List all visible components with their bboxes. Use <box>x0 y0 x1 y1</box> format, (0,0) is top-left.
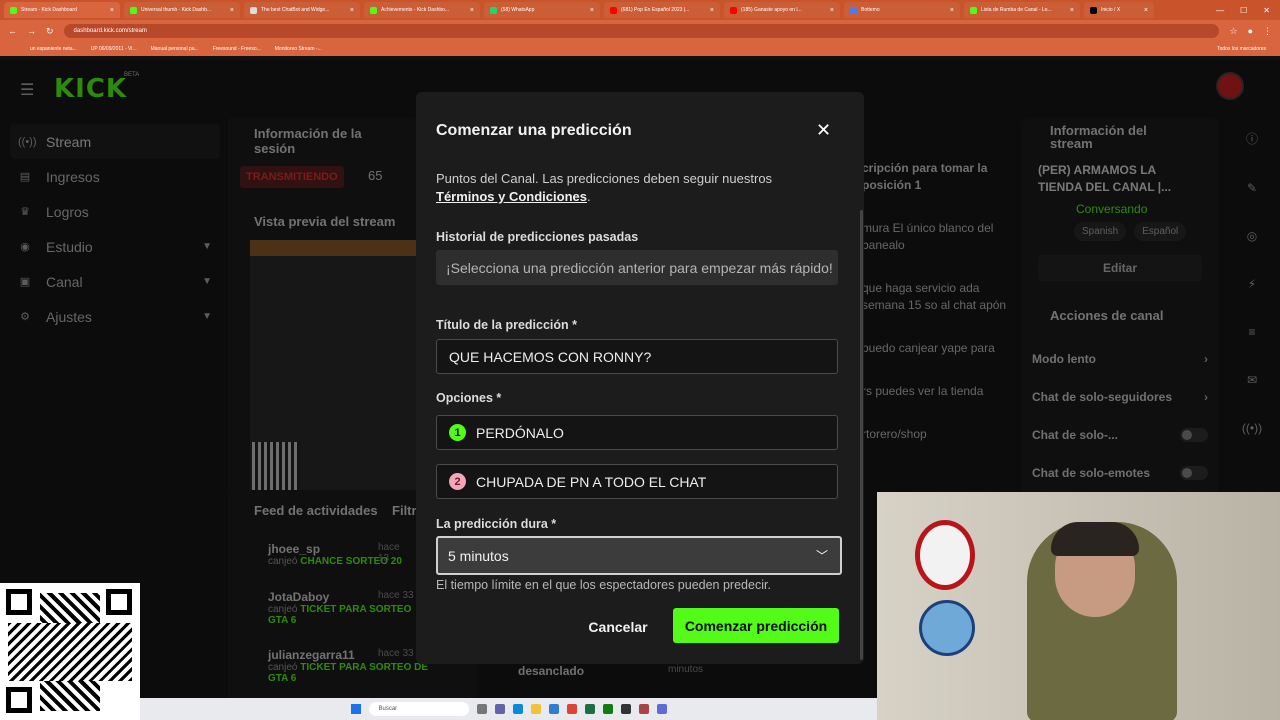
window-controls: — ☐ ✕ <box>1216 6 1280 15</box>
title-label: Título de la predicción * <box>436 318 577 332</box>
reload-icon[interactable]: ↻ <box>46 26 54 37</box>
close-window-icon[interactable]: ✕ <box>1263 6 1270 15</box>
option-number: 2 <box>449 473 466 490</box>
close-tab-icon[interactable]: × <box>950 7 954 14</box>
browser-tab[interactable]: The best ChatBot and Widge... × <box>244 2 360 18</box>
browser-tab[interactable]: (681) Pop En Español 2023 |... × <box>604 2 720 18</box>
duration-label: La predicción dura * <box>436 517 557 531</box>
history-select[interactable]: ¡Selecciona una predicción anterior para… <box>436 250 838 285</box>
youtube-icon <box>610 6 617 14</box>
close-tab-icon[interactable]: × <box>830 7 834 14</box>
qr-finder <box>6 589 32 615</box>
excel-icon[interactable] <box>584 704 595 714</box>
minimize-icon[interactable]: — <box>1216 6 1224 15</box>
start-prediction-button[interactable]: Comenzar predicción <box>673 608 839 643</box>
options-label: Opciones * <box>436 391 502 405</box>
streamer-hair <box>1051 522 1139 556</box>
qr-finder <box>106 589 132 615</box>
maximize-icon[interactable]: ☐ <box>1240 6 1247 15</box>
history-label: Historial de predicciones pasadas <box>436 230 639 244</box>
all-bookmarks[interactable]: Todos los marcadores <box>1217 46 1280 52</box>
youtube-icon <box>730 6 737 14</box>
browser-tab[interactable]: (185) Ganaste apoyo en l... × <box>724 2 840 18</box>
xbox-icon[interactable] <box>602 704 613 714</box>
option-1-input[interactable]: 1 PERDÓNALO <box>436 415 838 450</box>
bookmark-item[interactable]: Manual personal pa... <box>151 46 199 52</box>
explorer-icon[interactable] <box>530 704 541 714</box>
bookmarks-bar: un espaniente neta... UP 06/09/2011 - Vi… <box>0 42 1280 56</box>
taskview-icon[interactable] <box>476 704 487 714</box>
close-tab-icon[interactable]: × <box>230 7 234 14</box>
browser-tab-bar: Stream - Kick Dashboard × Universal thumb… <box>0 0 1280 20</box>
back-icon[interactable]: ← <box>8 26 17 36</box>
app-icon[interactable] <box>638 704 649 714</box>
duration-select[interactable]: 5 minutos ﹀ <box>436 536 842 575</box>
close-icon[interactable]: ✕ <box>816 120 831 141</box>
option-2-input[interactable]: 2 CHUPADA DE PN A TODO EL CHAT <box>436 464 838 499</box>
prediction-title-input[interactable]: QUE HACEMOS CON RONNY? <box>436 339 838 374</box>
forward-icon[interactable]: → <box>27 26 36 36</box>
chevron-down-icon: ﹀ <box>815 549 828 563</box>
modal-scrollbar[interactable] <box>860 210 863 660</box>
close-tab-icon[interactable]: × <box>1144 7 1148 14</box>
taskbar: Buscar <box>140 698 877 720</box>
duration-help: El tiempo límite en el que los espectado… <box>436 578 771 592</box>
prediction-modal: Comenzar una predicción ✕ Puntos del Can… <box>416 92 864 664</box>
profile-icon[interactable]: ● <box>1248 26 1253 36</box>
bookmark-item[interactable]: Freesound - Freeso... <box>213 46 261 52</box>
browser-tab[interactable]: (58) WhatsApp × <box>484 2 600 18</box>
close-tab-icon[interactable]: × <box>110 7 114 14</box>
menu-icon[interactable]: ⋮ <box>1263 26 1272 37</box>
windows-start-icon[interactable] <box>350 704 361 714</box>
terms-link[interactable]: Términos y Condiciones <box>436 189 587 204</box>
cancel-button[interactable]: Cancelar <box>580 610 656 644</box>
modal-title: Comenzar una predicción <box>436 122 632 139</box>
option-number: 1 <box>449 424 466 441</box>
browser-tab[interactable]: Universal thumb - Kick Dashb... × <box>124 2 240 18</box>
whatsapp-icon <box>490 6 497 14</box>
bookmark-item[interactable]: un espaniente neta... <box>30 46 77 52</box>
kick-favicon-icon <box>10 6 17 14</box>
qr-pattern <box>8 623 132 681</box>
qr-finder <box>6 687 32 713</box>
close-tab-icon[interactable]: × <box>590 7 594 14</box>
browser-tab[interactable]: Inicio / X × <box>1084 2 1154 18</box>
close-tab-icon[interactable]: × <box>350 7 354 14</box>
kick-favicon-icon <box>970 6 977 14</box>
x-icon <box>1090 6 1097 14</box>
browser-tab[interactable]: Bottemo × <box>844 2 960 18</box>
address-bar: ← → ↻ dashboard.kick.com/stream ☆ ● ⋮ <box>0 20 1280 42</box>
bookmark-item[interactable]: UP 06/09/2011 - Vi... <box>91 46 137 52</box>
modal-intro: Puntos del Canal. Las predicciones deben… <box>436 171 773 204</box>
webcam-overlay <box>877 492 1280 720</box>
app-icon[interactable] <box>656 704 667 714</box>
close-tab-icon[interactable]: × <box>710 7 714 14</box>
close-tab-icon[interactable]: × <box>1070 7 1074 14</box>
kick-favicon-icon <box>370 6 377 14</box>
star-icon[interactable]: ☆ <box>1229 26 1237 37</box>
teams-icon[interactable] <box>494 704 505 714</box>
tab-favicon-icon <box>250 6 257 14</box>
qr-code-overlay <box>0 583 140 720</box>
club-crest-image <box>915 520 975 590</box>
close-tab-icon[interactable]: × <box>470 7 474 14</box>
obs-icon[interactable] <box>620 704 631 714</box>
browser-tab[interactable]: Achievements - Kick Dashbo... × <box>364 2 480 18</box>
chrome-icon[interactable] <box>566 704 577 714</box>
edge-icon[interactable] <box>512 704 523 714</box>
url-field[interactable]: dashboard.kick.com/stream <box>63 24 1220 38</box>
browser-tab[interactable]: Stream - Kick Dashboard × <box>4 2 120 18</box>
taskbar-search[interactable]: Buscar <box>368 702 469 716</box>
store-icon[interactable] <box>548 704 559 714</box>
tab-favicon-icon <box>850 6 857 14</box>
bookmark-item[interactable]: Monitoreo Stream -... <box>275 46 322 52</box>
club-crest-image <box>919 600 975 656</box>
browser-tab[interactable]: Lista de Rumba de Canal - Lo... × <box>964 2 1080 18</box>
kick-favicon-icon <box>130 6 137 14</box>
